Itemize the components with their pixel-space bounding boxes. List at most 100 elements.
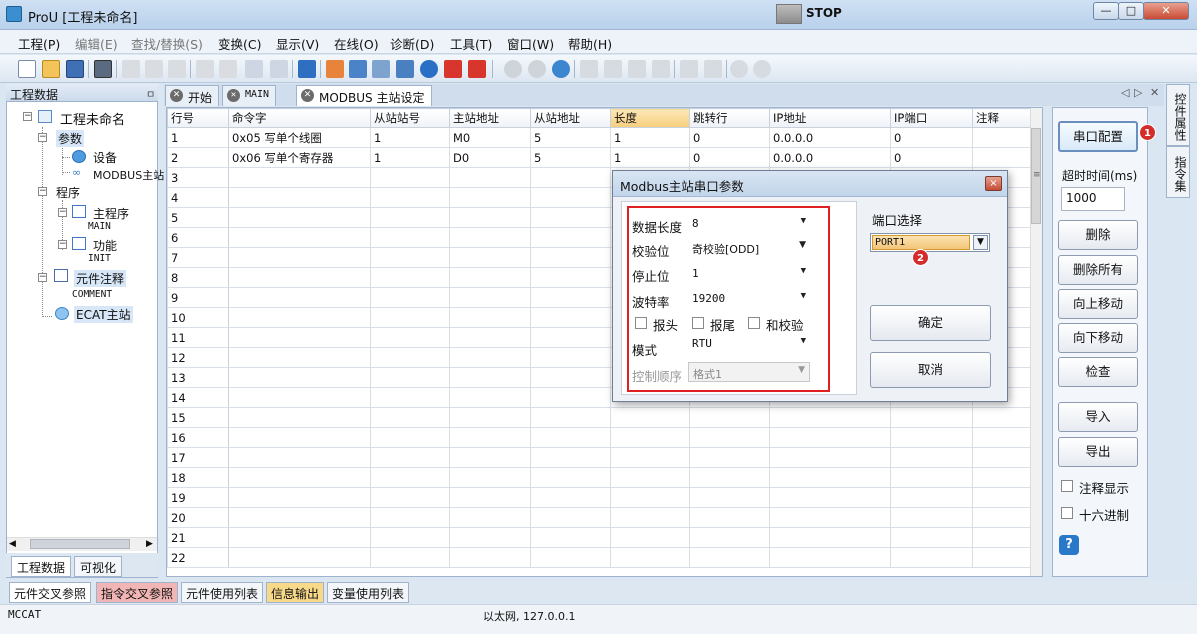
table-cell[interactable]: [769, 527, 891, 548]
cancel-button[interactable]: 取消: [870, 352, 991, 388]
column-header[interactable]: IP端口: [890, 108, 973, 128]
table-cell[interactable]: [228, 167, 371, 188]
table-cell[interactable]: [370, 527, 450, 548]
table-cell[interactable]: [449, 347, 531, 368]
menu-diagnose[interactable]: 诊断(D): [390, 34, 434, 53]
table-cell[interactable]: [370, 347, 450, 368]
table-cell[interactable]: [972, 467, 1033, 488]
menu-window[interactable]: 窗口(W): [507, 34, 554, 53]
table-cell[interactable]: [449, 227, 531, 248]
table-cell[interactable]: 0: [890, 127, 973, 148]
table-cell[interactable]: [530, 307, 611, 328]
move-down-button[interactable]: 向下移动: [1058, 323, 1138, 353]
table-cell[interactable]: [972, 527, 1033, 548]
tab-next-icon[interactable]: ▷: [1134, 86, 1142, 99]
tab-instruction-xref[interactable]: 指令交叉参照: [96, 582, 179, 603]
baud-rate-select[interactable]: 19200 ▼: [688, 289, 810, 309]
table-cell[interactable]: [890, 427, 973, 448]
tree-comment[interactable]: COMMENT: [72, 289, 112, 300]
compile-icon[interactable]: [326, 60, 344, 78]
table-cell[interactable]: [530, 347, 611, 368]
table-cell[interactable]: [449, 407, 531, 428]
new-file-icon[interactable]: [18, 60, 36, 78]
table-cell[interactable]: 0: [689, 127, 770, 148]
tree-scroll-thumb[interactable]: [30, 539, 130, 549]
table-cell[interactable]: [449, 327, 531, 348]
ladder-1-icon[interactable]: [580, 60, 598, 78]
tab-instruction-set[interactable]: 指令集: [1166, 146, 1190, 198]
table-cell[interactable]: 0: [890, 147, 973, 168]
table-cell[interactable]: [530, 447, 611, 468]
tab-element-xref[interactable]: 元件交叉参照: [9, 582, 92, 603]
table-cell[interactable]: [449, 547, 531, 568]
paste-icon[interactable]: [168, 60, 186, 78]
tree-collapse-function[interactable]: −: [58, 240, 67, 249]
table-cell[interactable]: 5: [530, 127, 611, 148]
scroll-right-icon[interactable]: ▶: [146, 539, 153, 549]
table-cell[interactable]: [530, 207, 611, 228]
table-cell[interactable]: [610, 487, 690, 508]
table-cell[interactable]: [370, 387, 450, 408]
table-cell[interactable]: [689, 447, 770, 468]
export-button[interactable]: 导出: [1058, 437, 1138, 467]
table-cell[interactable]: 0x06 写单个寄存器: [228, 147, 371, 168]
table-cell[interactable]: 1: [610, 127, 690, 148]
table-cell[interactable]: [890, 467, 973, 488]
stop-icon[interactable]: [528, 60, 546, 78]
table-cell[interactable]: 1: [370, 147, 450, 168]
table-cell[interactable]: [370, 487, 450, 508]
table-cell[interactable]: [449, 167, 531, 188]
stop-bit-select[interactable]: 1 ▼: [688, 264, 810, 284]
delete-all-button[interactable]: 删除所有: [1058, 255, 1138, 285]
table-cell[interactable]: [370, 547, 450, 568]
print-icon[interactable]: [94, 60, 112, 78]
column-header[interactable]: 从站地址: [530, 108, 611, 128]
checksum-checkbox[interactable]: [748, 317, 760, 329]
tree-function[interactable]: 功能: [93, 237, 117, 254]
menu-transform[interactable]: 变换(C): [218, 34, 261, 53]
table-cell[interactable]: [530, 287, 611, 308]
menu-edit[interactable]: 编辑(E): [75, 34, 118, 53]
table-cell[interactable]: [530, 327, 611, 348]
table-cell[interactable]: [228, 427, 371, 448]
table-cell[interactable]: [228, 247, 371, 268]
tree-collapse-main-program[interactable]: −: [58, 208, 67, 217]
close-doc-icon[interactable]: ✕: [1150, 86, 1159, 99]
open-folder-icon[interactable]: [42, 60, 60, 78]
table-cell[interactable]: [610, 527, 690, 548]
tree-root[interactable]: 工程未命名: [60, 109, 125, 128]
menu-tools[interactable]: 工具(T): [450, 34, 492, 53]
tree-collapse-comment[interactable]: −: [38, 273, 47, 282]
zoom-in-icon[interactable]: [730, 60, 748, 78]
close-tab-icon[interactable]: ✕: [301, 89, 314, 102]
zoom-out-icon[interactable]: [753, 60, 771, 78]
help-icon[interactable]: ?: [1059, 535, 1079, 555]
hex-checkbox[interactable]: [1061, 507, 1073, 519]
table-cell[interactable]: [689, 487, 770, 508]
show-comment-checkbox[interactable]: [1061, 480, 1073, 492]
table-cell[interactable]: [228, 307, 371, 328]
table-row[interactable]: 22: [167, 547, 1033, 568]
table-row[interactable]: 20: [167, 507, 1033, 528]
table-cell[interactable]: [530, 427, 611, 448]
table-cell[interactable]: [972, 127, 1033, 148]
table-cell[interactable]: [972, 407, 1033, 428]
dialog-close-icon[interactable]: ×: [985, 176, 1002, 191]
table-cell[interactable]: [972, 507, 1033, 528]
table-cell[interactable]: [370, 447, 450, 468]
table-row[interactable]: 19: [167, 487, 1033, 508]
control-order-select[interactable]: 格式1 ▼: [688, 362, 810, 382]
table-cell[interactable]: 0.0.0.0: [769, 147, 891, 168]
table-cell[interactable]: [530, 367, 611, 388]
minimize-button[interactable]: —: [1093, 2, 1119, 20]
run-icon[interactable]: [504, 60, 522, 78]
table-cell[interactable]: 1: [610, 147, 690, 168]
column-header[interactable]: 命令字: [228, 108, 371, 128]
tab-project-data[interactable]: 工程数据: [11, 556, 72, 577]
table-cell[interactable]: [228, 447, 371, 468]
table-row[interactable]: 15: [167, 407, 1033, 428]
table-cell[interactable]: [449, 307, 531, 328]
cut-icon[interactable]: [122, 60, 140, 78]
table-cell[interactable]: [449, 187, 531, 208]
header-checkbox[interactable]: [635, 317, 647, 329]
